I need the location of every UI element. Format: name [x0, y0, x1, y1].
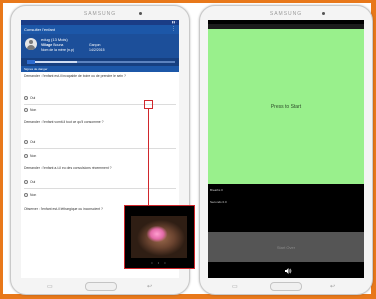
right-tablet: SAMSUNG Press to Start Breaths 0 Seconds… — [199, 5, 373, 295]
start-over-button[interactable]: Start Over — [208, 232, 364, 262]
callout-connector — [148, 109, 149, 205]
brand-label: SAMSUNG — [83, 11, 117, 17]
question-1: Demander : l'enfant est-il incapable de … — [24, 74, 126, 78]
village-row: Village Bouna — [41, 43, 63, 47]
option-label: Oui — [30, 140, 36, 144]
village-value: Bouna — [53, 43, 64, 47]
tab-strip — [21, 58, 179, 66]
radio-icon — [24, 193, 28, 198]
start-label: Press to Start — [270, 103, 302, 110]
option-label: Oui — [30, 180, 36, 184]
patient-name: edug (13 Mois) — [41, 37, 68, 42]
app-title: Consulter l'enfant — [24, 27, 56, 32]
recent-apps-icon[interactable]: ▭ — [232, 283, 238, 290]
reference-photo — [131, 216, 187, 258]
progress-fill — [35, 61, 77, 63]
avatar-icon — [25, 38, 37, 50]
option-no-2[interactable]: Non — [24, 154, 37, 159]
divider — [24, 188, 176, 189]
popup-pager: • • • — [151, 260, 168, 265]
figure-frame: SAMSUNG ▮▮ ◦ Consulter l'enfant ⋮ edug (… — [3, 3, 373, 295]
start-over-label: Start Over — [276, 244, 296, 250]
patient-card: edug (13 Mois) Village Bouna Nom de la m… — [21, 34, 179, 58]
tab-active[interactable] — [27, 60, 35, 64]
back-icon[interactable]: ↩ — [330, 283, 335, 290]
option-label: Non — [30, 108, 37, 112]
option-no-1[interactable]: Non — [24, 108, 37, 113]
option-no-3[interactable]: Non — [24, 193, 37, 198]
village-label: Village — [41, 43, 53, 47]
radio-icon — [24, 140, 28, 145]
home-button[interactable] — [270, 282, 302, 291]
progress-bar — [35, 61, 175, 63]
divider — [24, 148, 176, 149]
overflow-menu-icon[interactable]: ⋮ — [171, 25, 176, 34]
mother-label: Nom de la mère (n.p) — [41, 48, 75, 52]
radio-icon — [24, 96, 28, 101]
option-label: Oui — [30, 96, 36, 100]
option-label: Non — [30, 154, 37, 158]
radio-icon — [24, 180, 28, 185]
radio-icon — [24, 108, 28, 113]
option-yes-2[interactable]: Oui — [24, 140, 36, 145]
recent-apps-icon[interactable]: ▭ — [47, 283, 53, 290]
question-2: Demander : l'enfant vomit-il tout ce qu'… — [24, 120, 104, 124]
option-yes-3[interactable]: Oui — [24, 180, 36, 185]
image-popup: • • • — [124, 205, 195, 269]
back-icon[interactable]: ↩ — [147, 283, 152, 290]
option-yes-1[interactable]: Oui — [24, 96, 36, 101]
date-value: 14/2/2015 — [89, 48, 105, 52]
speaker-icon[interactable] — [284, 267, 292, 275]
home-button[interactable] — [85, 282, 117, 291]
camera-icon — [139, 12, 142, 15]
hardware-buttons: ▭ ↩ — [200, 281, 372, 291]
info-icon-highlight[interactable] — [144, 100, 153, 109]
option-label: Non — [30, 193, 37, 197]
camera-icon — [322, 12, 325, 15]
radio-icon — [24, 154, 28, 159]
breaths-count: Breaths 0 — [210, 188, 223, 192]
brand-label: SAMSUNG — [269, 11, 303, 17]
app-bar: Consulter l'enfant ⋮ — [21, 25, 179, 34]
start-button-area[interactable]: Press to Start — [208, 29, 364, 184]
seconds-count: Seconds 0.0 — [210, 200, 227, 204]
divider — [24, 104, 176, 105]
right-screen: Press to Start Breaths 0 Seconds 0.0 Sta… — [208, 20, 364, 278]
sex-value: Garçon — [89, 43, 101, 47]
hardware-buttons: ▭ ↩ — [11, 281, 189, 291]
question-3: Demander : l'enfant a-t-il eu des convul… — [24, 166, 112, 170]
